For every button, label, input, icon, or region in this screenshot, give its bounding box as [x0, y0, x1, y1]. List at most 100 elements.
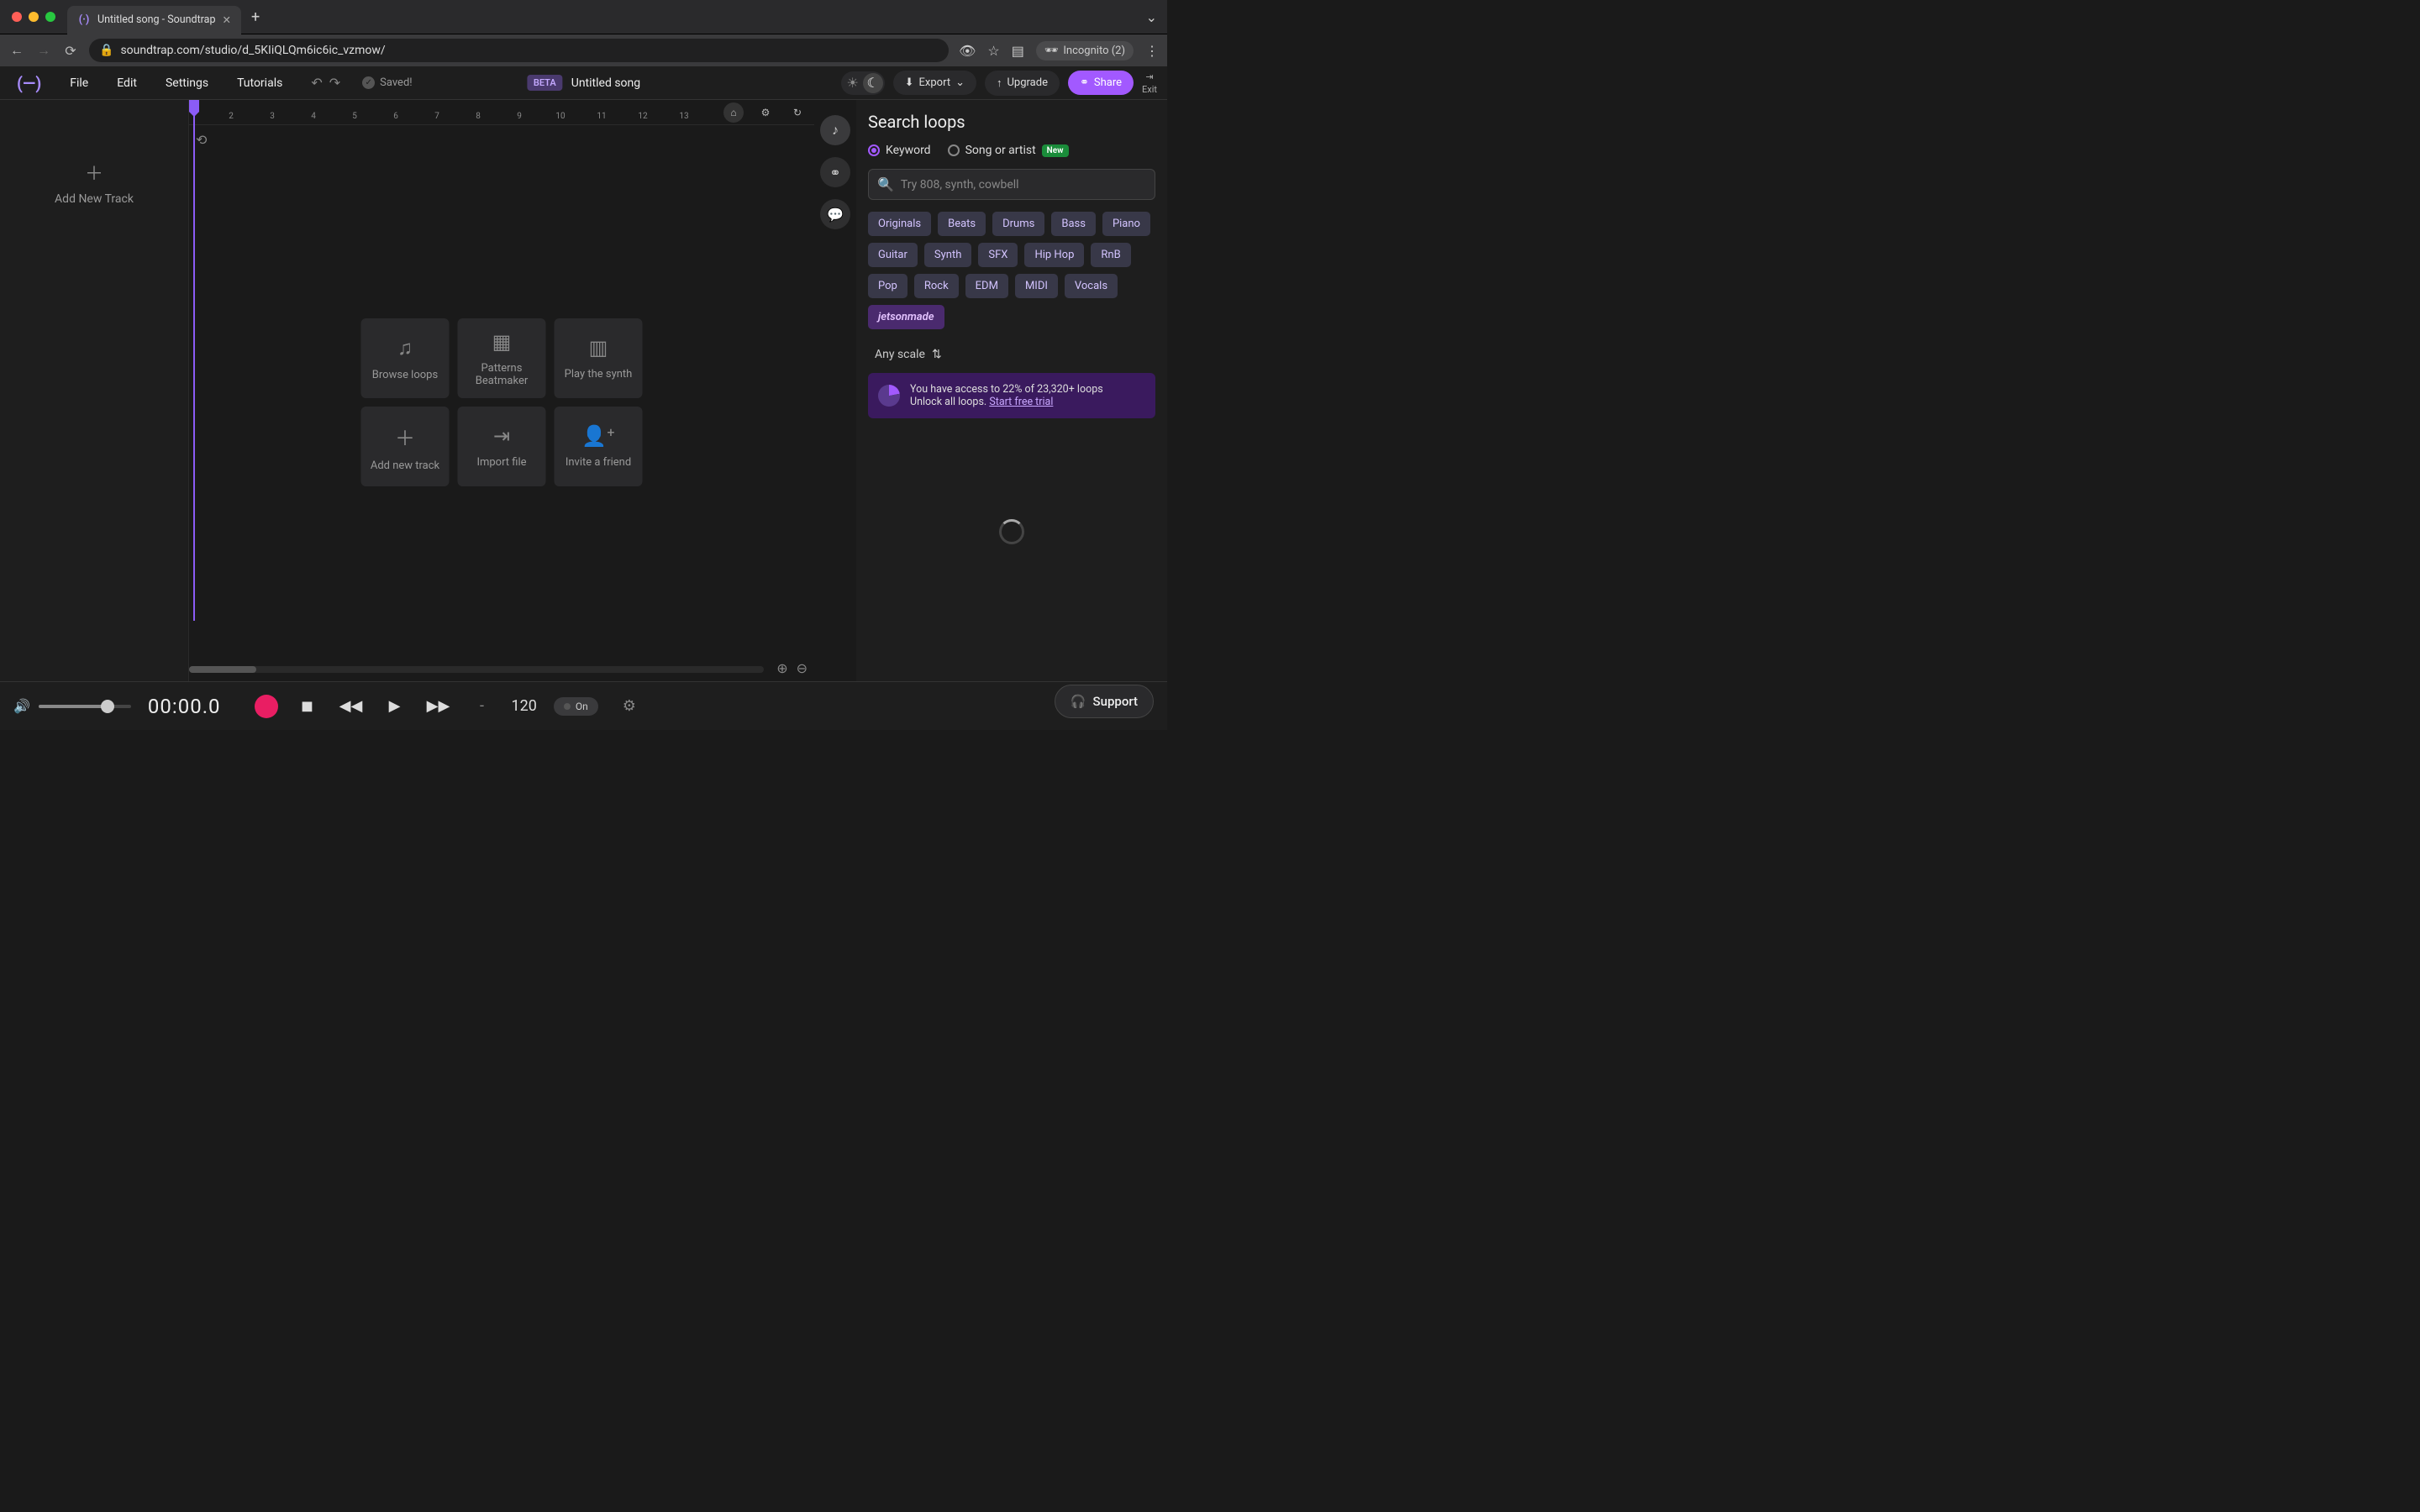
volume-slider[interactable]	[39, 705, 131, 708]
add-new-track-card[interactable]: ＋ Add new track	[361, 407, 450, 486]
eye-off-icon[interactable]: 👁	[959, 43, 976, 59]
key-display[interactable]: -	[470, 697, 495, 715]
forward-button[interactable]: ▶▶	[424, 692, 453, 721]
upgrade-button[interactable]: ↑ Upgrade	[985, 71, 1060, 96]
filter-tag[interactable]: MIDI	[1015, 274, 1058, 298]
loop-toggle-icon[interactable]: ⟲	[196, 132, 207, 148]
patterns-beatmaker-card[interactable]: ▦ Patterns Beatmaker	[458, 318, 546, 398]
record-button[interactable]	[255, 695, 278, 718]
filter-tag[interactable]: Hip Hop	[1024, 243, 1084, 267]
filter-tag[interactable]: EDM	[965, 274, 1008, 298]
zoom-out-icon[interactable]: ⊖	[797, 660, 808, 676]
snap-button[interactable]: ⌂	[723, 102, 744, 123]
support-button[interactable]: 🎧 Support	[1055, 685, 1154, 718]
dark-mode-icon[interactable]: ☾	[863, 73, 883, 93]
close-tab-icon[interactable]: ✕	[223, 13, 231, 27]
horizontal-scrollbar[interactable]	[189, 666, 764, 673]
history-icon[interactable]: ↻	[787, 102, 808, 123]
invite-friend-card[interactable]: 👤⁺ Invite a friend	[555, 407, 643, 486]
start-trial-link[interactable]: Start free trial	[989, 396, 1053, 408]
loops-panel-toggle[interactable]: ♪	[820, 115, 850, 145]
filter-tag[interactable]: Vocals	[1065, 274, 1118, 298]
filter-tag[interactable]: Drums	[992, 212, 1044, 236]
reload-button[interactable]: ⟳	[62, 43, 79, 59]
chat-toggle[interactable]: 💬	[820, 199, 850, 229]
bookmark-icon[interactable]: ☆	[987, 43, 999, 59]
ruler-tick: 7	[434, 112, 439, 121]
playhead[interactable]	[189, 100, 199, 112]
metronome-toggle[interactable]: On	[554, 697, 598, 716]
tab-title: Untitled song - Soundtrap	[97, 13, 216, 26]
filter-tag[interactable]: Rock	[914, 274, 959, 298]
back-button[interactable]: ←	[8, 42, 25, 59]
play-button[interactable]: ▶	[381, 692, 409, 721]
panel-icon[interactable]: ▤	[1012, 43, 1024, 59]
search-mode-keyword[interactable]: Keyword	[868, 144, 931, 157]
filter-tag[interactable]: SFX	[978, 243, 1018, 267]
volume-handle[interactable]	[101, 700, 114, 713]
filter-tag[interactable]: jetsonmade	[868, 305, 944, 329]
minimize-window[interactable]	[29, 12, 39, 22]
redo-button[interactable]: ↷	[329, 75, 340, 91]
loop-search-field[interactable]: 🔍	[868, 169, 1155, 200]
transport-settings-icon[interactable]: ⚙	[615, 692, 644, 721]
exit-icon: ⇥	[1145, 71, 1153, 82]
piano-icon: ▥	[589, 336, 608, 360]
soundtrap-logo[interactable]: (—)	[10, 73, 48, 93]
exit-button[interactable]: ⇥ Exit	[1142, 71, 1157, 95]
menu-settings[interactable]: Settings	[159, 71, 215, 95]
import-file-card[interactable]: ⇥ Import file	[458, 407, 546, 486]
check-icon: ✓	[362, 76, 375, 89]
incognito-badge[interactable]: 🕶 Incognito (2)	[1036, 41, 1134, 60]
forward-button[interactable]: →	[35, 42, 52, 59]
song-title-area: BETA Untitled song	[527, 75, 640, 91]
close-window[interactable]	[12, 12, 22, 22]
filter-tag[interactable]: Piano	[1102, 212, 1150, 236]
export-button[interactable]: ⬇ Export ⌄	[893, 71, 976, 95]
scrollbar-thumb[interactable]	[189, 666, 256, 673]
timeline-area[interactable]: 2345678910111213 ⌂ ⚙ ↻ ⟲ ♫ Browse loops …	[189, 100, 814, 681]
song-title[interactable]: Untitled song	[571, 76, 640, 90]
tempo-display[interactable]: 120	[512, 697, 537, 715]
radio-checked-icon	[868, 144, 880, 156]
rewind-button[interactable]: ◀◀	[337, 692, 366, 721]
menu-tutorials[interactable]: Tutorials	[230, 71, 289, 95]
timeline-ruler[interactable]: 2345678910111213 ⌂ ⚙ ↻	[189, 100, 814, 125]
filter-tag[interactable]: Guitar	[868, 243, 918, 267]
menu-file[interactable]: File	[63, 71, 95, 95]
browser-menu-icon[interactable]: ⋮	[1145, 43, 1159, 59]
browse-loops-card[interactable]: ♫ Browse loops	[361, 318, 450, 398]
maximize-window[interactable]	[45, 12, 55, 22]
beta-badge: BETA	[527, 75, 563, 91]
filter-tag[interactable]: Beats	[938, 212, 986, 236]
address-bar[interactable]: 🔒 soundtrap.com/studio/d_5KIiQLQm6ic6ic_…	[89, 39, 949, 62]
access-banner: You have access to 22% of 23,320+ loops …	[868, 373, 1155, 418]
light-mode-icon[interactable]: ☀	[843, 73, 863, 93]
search-mode-song[interactable]: Song or artist New	[948, 144, 1069, 157]
stop-button[interactable]: ◼	[293, 692, 322, 721]
filter-tag[interactable]: Pop	[868, 274, 908, 298]
zoom-in-icon[interactable]: ⊕	[776, 660, 787, 676]
ruler-tick: 2	[229, 112, 234, 121]
loop-search-input[interactable]	[901, 178, 1146, 192]
tab-overflow-icon[interactable]: ⌄	[1146, 9, 1157, 25]
timecode-display[interactable]: 00:00.0	[148, 695, 221, 718]
filter-tag[interactable]: Synth	[924, 243, 971, 267]
filter-tag[interactable]: Originals	[868, 212, 931, 236]
collaborators-toggle[interactable]: ⚭	[820, 157, 850, 187]
menu-edit[interactable]: Edit	[110, 71, 144, 95]
scale-selector[interactable]: Any scale ⇅	[875, 348, 1155, 361]
new-tab-button[interactable]: +	[251, 8, 260, 26]
app-header: (—) File Edit Settings Tutorials ↶ ↷ ✓ S…	[0, 66, 1167, 100]
add-new-track-button[interactable]: ＋ Add New Track	[0, 159, 188, 206]
filter-tag[interactable]: Bass	[1051, 212, 1096, 236]
undo-button[interactable]: ↶	[311, 75, 322, 91]
browser-tab[interactable]: (·) Untitled song - Soundtrap ✕	[67, 6, 241, 34]
theme-toggle[interactable]: ☀ ☾	[841, 71, 885, 95]
share-button[interactable]: ⚭ Share	[1068, 71, 1134, 95]
settings-icon[interactable]: ⚙	[755, 102, 776, 123]
play-synth-card[interactable]: ▥ Play the synth	[555, 318, 643, 398]
volume-icon[interactable]: 🔊	[13, 698, 30, 714]
filter-tag[interactable]: RnB	[1091, 243, 1130, 267]
headset-icon: 🎧	[1071, 694, 1086, 709]
